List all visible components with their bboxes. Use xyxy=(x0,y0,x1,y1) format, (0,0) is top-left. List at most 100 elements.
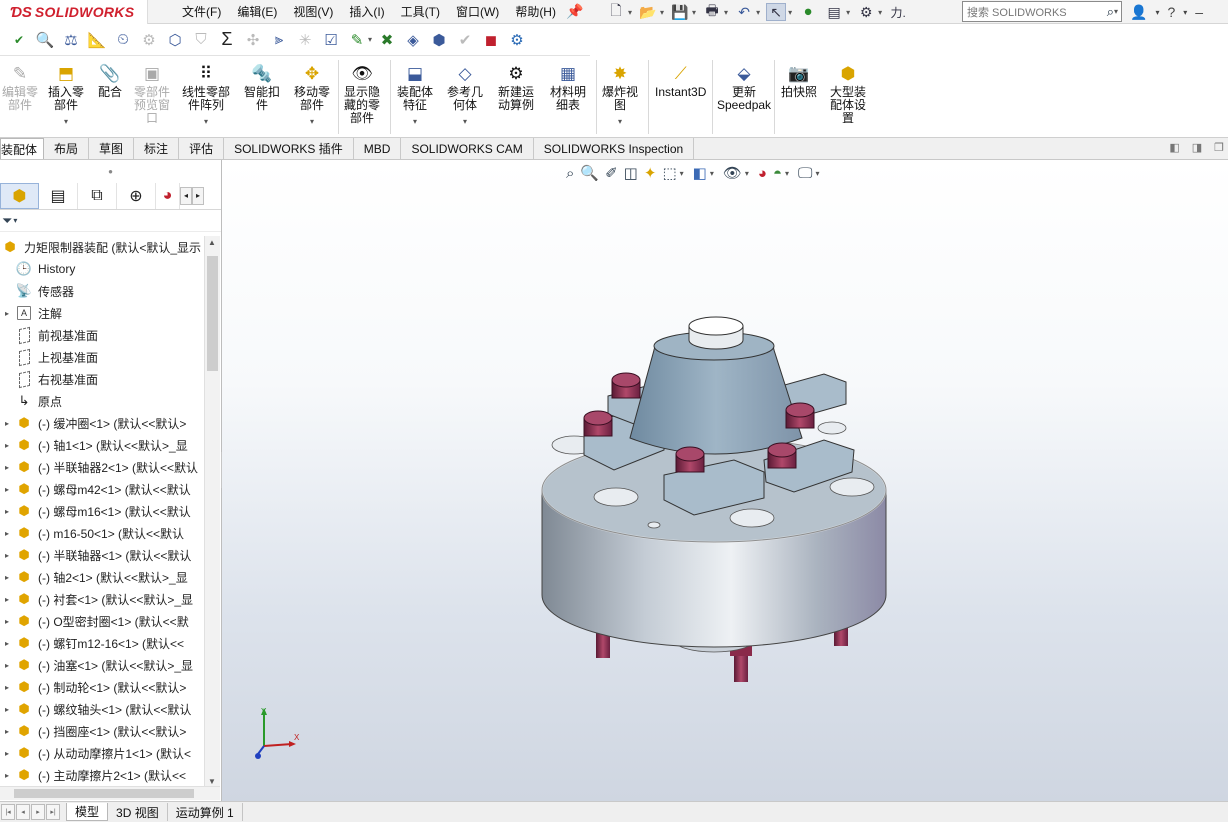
select-cursor-icon[interactable]: ↖ xyxy=(766,3,787,21)
pin-menu-icon[interactable]: 📌 xyxy=(566,3,583,20)
costing-icon[interactable]: ⬢ xyxy=(428,29,450,51)
torque-limiter-assembly-model[interactable] xyxy=(534,310,894,690)
linear-pattern-button[interactable]: ⠿ 线性零部 件阵列 ▾ xyxy=(182,62,230,128)
menu-view[interactable]: 视图(V) xyxy=(285,0,341,24)
tree-horizontal-scrollbar[interactable] xyxy=(0,786,220,800)
help-dropdown-icon[interactable]: ▾ xyxy=(1183,8,1187,17)
tab-mbd[interactable]: MBD xyxy=(354,138,402,159)
menu-help[interactable]: 帮助(H) xyxy=(507,0,564,24)
hide-show-items-icon[interactable]: 👁 xyxy=(723,164,742,182)
expand-arrow-icon[interactable]: ▸ xyxy=(0,441,14,450)
edit-part-button[interactable]: ✎ 编辑零 部件 xyxy=(2,62,38,112)
design-dropdown-icon[interactable]: ▾ xyxy=(368,35,372,44)
file-properties-icon[interactable]: ▤ xyxy=(824,3,844,21)
tree-item[interactable]: 📡 传感器 xyxy=(0,280,204,302)
tree-item[interactable]: ▸ A 注解 xyxy=(0,302,204,324)
move-part-dropdown-icon[interactable]: ▾ xyxy=(310,115,314,128)
scrollbar-thumb[interactable] xyxy=(207,256,218,371)
tab-cam[interactable]: SOLIDWORKS CAM xyxy=(401,138,534,159)
tree-part-item[interactable]: ▸ ⬢ (-) 制动轮<1> (默认<<默认> xyxy=(0,676,204,698)
expand-arrow-icon[interactable]: ▸ xyxy=(0,617,14,626)
insert-part-button[interactable]: ⬒ 插入零 部件 ▾ xyxy=(48,62,84,128)
options-gear-icon[interactable]: ⚙ xyxy=(856,3,876,21)
expand-arrow-icon[interactable]: ▸ xyxy=(0,727,14,736)
mass-properties-icon[interactable]: ⚖ xyxy=(60,29,82,51)
expand-arrow-icon[interactable]: ▸ xyxy=(0,507,14,516)
update-speedpak-button[interactable]: ⬙ 更新 Speedpak xyxy=(717,62,771,112)
open-folder-icon[interactable]: 📂 xyxy=(638,3,658,21)
rebuild-traffic-light-icon[interactable]: ⚫ xyxy=(798,3,818,21)
search-dropdown-icon[interactable]: ▾ xyxy=(1114,7,1118,16)
exploded-view-dropdown-icon[interactable]: ▾ xyxy=(618,115,622,128)
tab-model[interactable]: 模型 xyxy=(66,803,109,821)
tabs-scroll-right-icon[interactable]: ▸ xyxy=(192,186,204,205)
save-icon[interactable]: 💾 xyxy=(670,3,690,21)
section-view-icon[interactable]: ◫ xyxy=(624,164,638,182)
view-orientation-dropdown-icon[interactable]: ▾ xyxy=(680,169,684,178)
print-icon[interactable]: 🖶 xyxy=(702,2,722,21)
reference-geometry-dropdown-icon[interactable]: ▾ xyxy=(463,115,467,128)
solidworks-logo[interactable]: ƊS SOLIDWORKS xyxy=(0,0,148,24)
linear-pattern-dropdown-icon[interactable]: ▾ xyxy=(204,115,208,128)
user-account-icon[interactable]: 👤 xyxy=(1130,4,1147,21)
search-icon[interactable]: ⌕ xyxy=(1107,4,1114,20)
compare-icon[interactable]: ✣ xyxy=(242,29,264,51)
hide-show-dropdown-icon[interactable]: ▾ xyxy=(745,169,749,178)
show-hidden-button[interactable]: 👁 显示隐 藏的零 部件 xyxy=(344,62,380,125)
next-tab-icon[interactable]: ▸ xyxy=(31,804,45,820)
overflow-icon[interactable]: 力. xyxy=(888,3,908,21)
tab-addins[interactable]: SOLIDWORKS 插件 xyxy=(224,138,354,159)
tab-motion-study[interactable]: 运动算例 1 xyxy=(168,803,243,821)
undo-dropdown-icon[interactable]: ▾ xyxy=(756,8,760,17)
equations-sigma-icon[interactable]: Σ xyxy=(216,29,238,51)
save-dropdown-icon[interactable]: ▾ xyxy=(692,8,696,17)
color-icon[interactable]: ◼ xyxy=(480,29,502,51)
edit-appearance-icon[interactable]: ◕ xyxy=(758,165,767,182)
restore-left-icon[interactable]: ◧ xyxy=(1169,141,1179,154)
tree-part-item[interactable]: ▸ ⬢ (-) 挡圈座<1> (默认<<默认> xyxy=(0,720,204,742)
tree-part-item[interactable]: ▸ ⬢ (-) 螺母m42<1> (默认<<默认 xyxy=(0,478,204,500)
expand-arrow-icon[interactable]: ▸ xyxy=(0,595,14,604)
assembly-visualization-icon[interactable]: ◈ xyxy=(402,29,424,51)
snapshot-button[interactable]: 📷 拍快照 xyxy=(781,62,817,99)
tree-part-item[interactable]: ▸ ⬢ (-) 从动动摩擦片1<1> (默认< xyxy=(0,742,204,764)
display-style-dropdown-icon[interactable]: ▾ xyxy=(710,169,714,178)
tab-sketch[interactable]: 草图 xyxy=(89,138,135,159)
menu-window[interactable]: 窗口(W) xyxy=(448,0,507,24)
hole-alignment-icon[interactable]: ⛉ xyxy=(190,29,212,51)
display-manager-tab-icon[interactable]: ◕ xyxy=(156,182,180,209)
expand-arrow-icon[interactable]: ▸ xyxy=(0,661,14,670)
properties-dropdown-icon[interactable]: ▾ xyxy=(846,8,850,17)
tab-assembly[interactable]: 装配体 xyxy=(0,138,45,159)
search-input[interactable]: 搜索 SOLIDWORKS xyxy=(967,4,1067,20)
view-orientation-icon[interactable]: ⬚ xyxy=(662,164,676,182)
tree-item[interactable]: ↳ 原点 xyxy=(0,390,204,412)
tree-part-item[interactable]: ▸ ⬢ (-) 衬套<1> (默认<<默认>_显 xyxy=(0,588,204,610)
insert-part-dropdown-icon[interactable]: ▾ xyxy=(64,115,68,128)
scroll-down-icon[interactable]: ▼ xyxy=(208,777,216,786)
tree-part-item[interactable]: ▸ ⬢ (-) 主动摩擦片2<1> (默认<< xyxy=(0,764,204,786)
scroll-up-icon[interactable]: ▲ xyxy=(208,238,216,247)
tree-part-item[interactable]: ▸ ⬢ (-) 半联轴器<1> (默认<<默认 xyxy=(0,544,204,566)
graphics-area[interactable]: ⌕ 🔍 ✐ ◫ ✦ ⬚ ▾ ◧ ▾ 👁 ▾ ◕ ◓ ▾ 🖵 ▾ Y X xyxy=(222,160,1228,801)
expand-arrow-icon[interactable]: ▸ xyxy=(0,683,14,692)
feature-manager-tab-icon[interactable]: ⬢ xyxy=(0,182,39,209)
expand-arrow-icon[interactable]: ▸ xyxy=(0,485,14,494)
pane-grip[interactable]: ● xyxy=(0,160,221,182)
tree-part-item[interactable]: ▸ ⬢ (-) 轴2<1> (默认<<默认>_显 xyxy=(0,566,204,588)
move-part-button[interactable]: ✥ 移动零 部件 ▾ xyxy=(294,62,330,128)
view-settings-monitor-icon[interactable]: 🖵 xyxy=(798,165,812,182)
select-dropdown-icon[interactable]: ▾ xyxy=(788,8,792,17)
bom-button[interactable]: ▦ 材料明 细表 xyxy=(550,62,586,112)
tab-layout[interactable]: 布局 xyxy=(44,138,90,159)
reference-geometry-button[interactable]: ◇ 参考几 何体 ▾ xyxy=(447,62,483,128)
performance-icon[interactable]: ⏲ xyxy=(112,29,134,51)
options-dropdown-icon[interactable]: ▾ xyxy=(878,8,882,17)
expand-arrow-icon[interactable]: ▸ xyxy=(0,551,14,560)
check-icon[interactable]: ☑ xyxy=(320,29,342,51)
help-icon[interactable]: ? xyxy=(1167,4,1175,20)
spell-check-icon[interactable]: ✔ xyxy=(8,29,30,51)
measure-icon[interactable]: 📐 xyxy=(86,29,108,51)
expand-arrow-icon[interactable]: ▸ xyxy=(0,463,14,472)
tree-part-item[interactable]: ▸ ⬢ (-) 螺母m16<1> (默认<<默认 xyxy=(0,500,204,522)
